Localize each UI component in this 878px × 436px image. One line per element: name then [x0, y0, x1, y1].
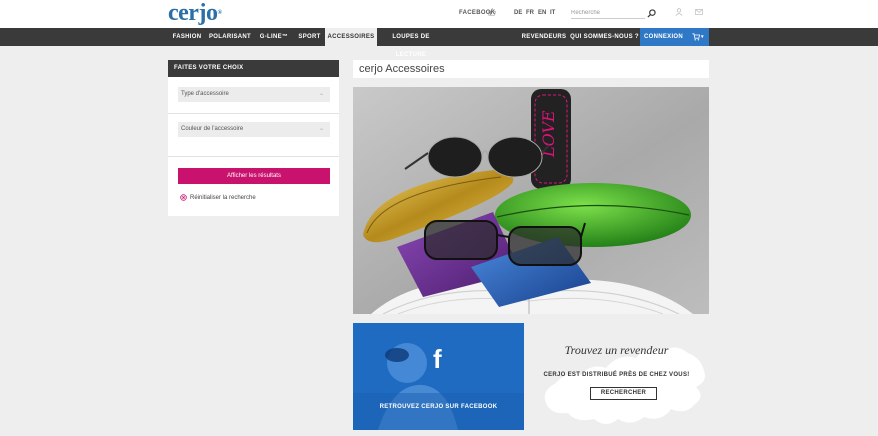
cart-button[interactable]: ▾	[687, 28, 709, 46]
accessory-type-select[interactable]: Type d'accessoire ⌄	[178, 87, 330, 102]
hero-image: LOVE	[353, 87, 709, 314]
accessory-type-select-value: Type d'accessoire	[181, 91, 229, 97]
chevron-down-icon: ⌄	[318, 126, 324, 132]
nav-item-revendeurs[interactable]: REVENDEURS	[519, 28, 569, 46]
facebook-panel[interactable]: f RETROUVEZ CERJO SUR FACEBOOK	[353, 323, 524, 430]
dealer-panel: Trouvez un revendeur CERJO EST DISTRIBUÉ…	[524, 323, 709, 430]
lang-de[interactable]: DE	[514, 10, 522, 16]
mail-icon[interactable]	[695, 9, 703, 15]
filter-panel: FAITES VOTRE CHOIX Type d'accessoire ⌄ C…	[168, 60, 339, 216]
nav-item-qui-sommes-nous[interactable]: QUI SOMMES-NOUS ?	[569, 28, 640, 46]
logo-registered-mark: ®	[217, 10, 222, 16]
nav-item-g-line[interactable]: G-LINE™	[254, 28, 294, 46]
accessory-color-select-value: Couleur de l'accessoire	[181, 126, 244, 132]
dealer-subtitle: CERJO EST DISTRIBUÉ PRÈS DE CHEZ VOUS!	[543, 372, 690, 378]
reset-icon	[180, 194, 187, 201]
nav-item-polarisant[interactable]: POLARISANT	[206, 28, 254, 46]
main-nav: FASHION POLARISANT G-LINE™ SPORT ACCESSO…	[0, 28, 878, 58]
reset-label: Réinitialiser la recherche	[190, 195, 256, 201]
logo[interactable]: cerjo®	[168, 0, 222, 26]
reset-search-link[interactable]: Réinitialiser la recherche	[180, 194, 256, 202]
chevron-down-icon: ⌄	[318, 91, 324, 97]
divider	[168, 156, 339, 157]
divider	[168, 113, 339, 114]
chevron-down-icon: ▾	[701, 34, 704, 40]
lang-en[interactable]: EN	[538, 10, 546, 16]
cart-icon	[692, 33, 700, 41]
search-input[interactable]	[571, 7, 645, 19]
account-icon[interactable]	[675, 8, 683, 16]
page-title-box: cerjo Accessoires	[353, 60, 709, 78]
nav-item-loupes-de-lecture[interactable]: LOUPES DE LECTURE	[377, 28, 445, 58]
facebook-panel-text: RETROUVEZ CERJO SUR FACEBOOK	[379, 404, 498, 410]
facebook-icon: f	[433, 344, 442, 374]
site-header: cerjo® FACEBOOK DE FR EN IT	[0, 0, 878, 28]
accessory-color-select[interactable]: Couleur de l'accessoire ⌄	[178, 122, 330, 137]
search-icon[interactable]	[647, 9, 656, 18]
nav-item-fashion[interactable]: FASHION	[168, 28, 206, 46]
page-title: cerjo Accessoires	[359, 63, 445, 75]
logo-text: cerjo	[168, 0, 218, 26]
hero-case-text: LOVE	[539, 110, 558, 158]
connexion-button[interactable]: CONNEXION	[640, 28, 687, 46]
lang-it[interactable]: IT	[550, 10, 555, 16]
nav-item-sport[interactable]: SPORT	[294, 28, 325, 46]
lang-fr[interactable]: FR	[526, 10, 534, 16]
nav-item-accessoires[interactable]: ACCESSOIRES	[325, 28, 377, 46]
find-dealer-button[interactable]: RECHERCHER	[590, 387, 657, 400]
like-icon[interactable]	[488, 8, 496, 16]
filter-title: FAITES VOTRE CHOIX	[168, 60, 339, 77]
dealer-title: Trouvez un revendeur	[564, 343, 669, 357]
show-results-button[interactable]: Afficher les résultats	[178, 168, 330, 184]
